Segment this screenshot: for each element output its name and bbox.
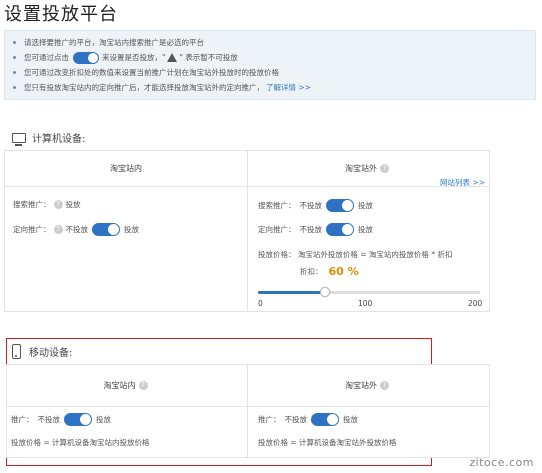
pc-outside-column: 淘宝站外? 网站列表 >> 搜索推广： 不投放 投放 定向推广： 不投放 投放 …: [248, 151, 489, 311]
computer-icon: [12, 132, 26, 146]
discount-slider[interactable]: [258, 287, 480, 299]
pc-inside-header: 淘宝站内: [5, 151, 247, 187]
bullet: [13, 56, 16, 59]
pc-outside-price-text: 投放价格： 淘宝站外投放价格 = 淘宝站内投放价格 * 折扣: [258, 250, 453, 259]
mobile-outside-price-text: 投放价格 = 计算机设备淘宝站外投放价格: [258, 438, 397, 447]
mobile-inside-column: 淘宝站内? 推广： 不投放 投放 投放价格 = 计算机设备淘宝站内投放价格: [7, 365, 247, 457]
bullet: [13, 71, 16, 74]
pc-section-heading: 计算机设备:: [12, 130, 85, 146]
discount-value: 60 %: [328, 265, 359, 278]
pc-panel: 淘宝站内 搜索推广： ? 投放 定向推广： ? 不投放 投放 淘宝站外? 网站列…: [4, 150, 490, 312]
pc-inside-column: 淘宝站内 搜索推广： ? 投放 定向推广： ? 不投放 投放: [5, 151, 247, 311]
slider-fill: [258, 291, 325, 294]
mobile-inside-promo-row: 推广： 不投放 投放: [11, 413, 111, 426]
slider-max-label: 200: [468, 299, 483, 308]
pc-outside-target-row: 定向推广： 不投放 投放: [258, 223, 373, 236]
mobile-section-heading: 移动设备:: [12, 344, 72, 359]
bullet: [13, 41, 16, 44]
bullet: [13, 86, 16, 89]
toggle-example-icon: [73, 51, 99, 64]
slider-handle[interactable]: [320, 287, 330, 297]
mobile-outside-column: 淘宝站外? 推广： 不投放 投放 投放价格 = 计算机设备淘宝站外投放价格: [248, 365, 489, 457]
help-icon[interactable]: ?: [53, 225, 63, 234]
mobile-inside-toggle[interactable]: [64, 413, 92, 426]
slider-min-label: 0: [258, 299, 263, 308]
notice-item: 您可通过点击 来设置是否投放，" " 表示暂不可投放: [13, 50, 535, 65]
help-icon[interactable]: ?: [380, 164, 389, 173]
help-icon[interactable]: ?: [380, 381, 389, 390]
mobile-inside-price-text: 投放价格 = 计算机设备淘宝站内投放价格: [11, 438, 150, 447]
notice-item: 请选择要推广的平台，淘宝站内搜索推广是必选的平台: [13, 35, 535, 50]
pc-outside-search-toggle[interactable]: [326, 199, 354, 212]
learn-more-link[interactable]: 了解详情 >>: [266, 80, 311, 95]
pc-inside-target-row: 定向推广： ? 不投放 投放: [13, 223, 139, 236]
pc-outside-search-row: 搜索推广： 不投放 投放: [258, 199, 373, 212]
warning-icon: [167, 53, 178, 62]
mobile-outside-promo-row: 推广： 不投放 投放: [258, 413, 358, 426]
notice-item: 您可通过改变折扣处的数值来设置当前推广计划在淘宝站外投放时的投放价格: [13, 65, 535, 80]
pc-inside-target-toggle[interactable]: [92, 223, 120, 236]
notice-item: 您只有投放淘宝站内的定向推广后，才能选择投放淘宝站外的定向推广， 了解详情 >>: [13, 80, 535, 95]
mobile-panel: 淘宝站内? 推广： 不投放 投放 投放价格 = 计算机设备淘宝站内投放价格 淘宝…: [6, 364, 490, 458]
slider-mid-label: 100: [358, 299, 373, 308]
mobile-outside-toggle[interactable]: [311, 413, 339, 426]
site-list-link[interactable]: 网站列表 >>: [440, 177, 485, 188]
page-title: 设置投放平台: [4, 4, 118, 25]
mobile-phone-icon: [12, 344, 21, 359]
pc-outside-target-toggle[interactable]: [326, 223, 354, 236]
help-icon[interactable]: ?: [138, 381, 148, 390]
mobile-inside-header: 淘宝站内?: [7, 365, 247, 407]
help-icon[interactable]: ?: [53, 200, 63, 209]
discount-row: 折扣： 60 %: [300, 265, 359, 278]
notice-box: 请选择要推广的平台，淘宝站内搜索推广是必选的平台 您可通过点击 来设置是否投放，"…: [4, 30, 536, 100]
mobile-outside-header: 淘宝站外?: [248, 365, 489, 407]
watermark: zitoce.com: [469, 456, 534, 469]
pc-inside-search-row: 搜索推广： ? 投放: [13, 200, 81, 209]
